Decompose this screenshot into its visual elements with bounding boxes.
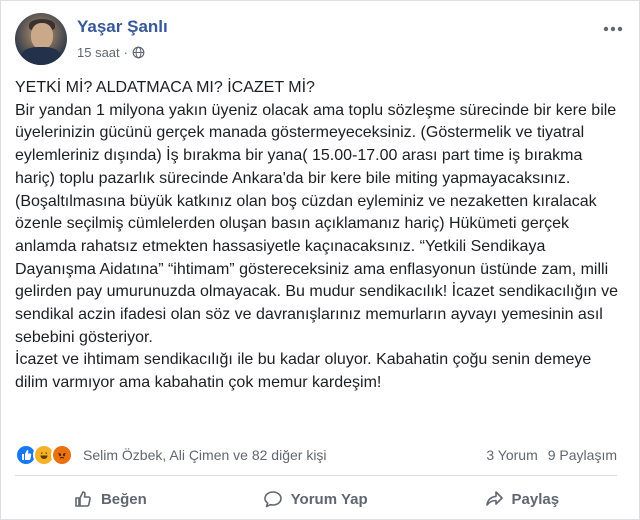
more-options-icon[interactable] [599,19,627,39]
post-body-text: YETKİ Mİ? ALDATMACA MI? İCAZET Mİ? Bir y… [15,79,618,392]
actions-divider [15,475,617,476]
avatar-body [21,47,61,65]
post-time[interactable]: 15 saat [77,45,120,60]
shares-count[interactable]: 9 Paylaşım [548,447,617,463]
angry-icon [51,444,73,466]
post-card: Yaşar Şanlı 15 saat · YETKİ Mİ? ALDATMAC… [0,0,640,520]
author-name[interactable]: Yaşar Şanlı [77,17,168,37]
post-actions: Beğen Yorum Yap Paylaş [15,481,617,517]
engagement-counts: 3 Yorum 9 Paylaşım [486,447,617,463]
share-icon [485,491,503,506]
comment-icon [263,491,282,508]
comment-label: Yorum Yap [290,490,368,508]
like-label: Beğen [100,490,147,508]
comment-button[interactable]: Yorum Yap [239,485,392,513]
reactors-text[interactable]: Selim Özbek, Ali Çimen ve 82 diğer kişi [83,447,327,463]
avatar-face [31,23,53,49]
thumbs-up-icon [75,491,91,507]
globe-icon[interactable] [132,46,145,59]
comments-count[interactable]: 3 Yorum [486,447,537,463]
post-meta: 15 saat · [77,45,145,60]
share-button[interactable]: Paylaş [460,485,584,513]
meta-separator: · [123,45,128,60]
like-button[interactable]: Beğen [49,485,171,513]
reaction-icons[interactable] [15,444,73,466]
reactions-bar: Selim Özbek, Ali Çimen ve 82 diğer kişi … [15,441,617,469]
post-header: Yaşar Şanlı 15 saat · [15,13,627,69]
share-label: Paylaş [511,490,560,508]
author-avatar[interactable] [15,13,67,65]
more-dots-icon [603,26,623,32]
